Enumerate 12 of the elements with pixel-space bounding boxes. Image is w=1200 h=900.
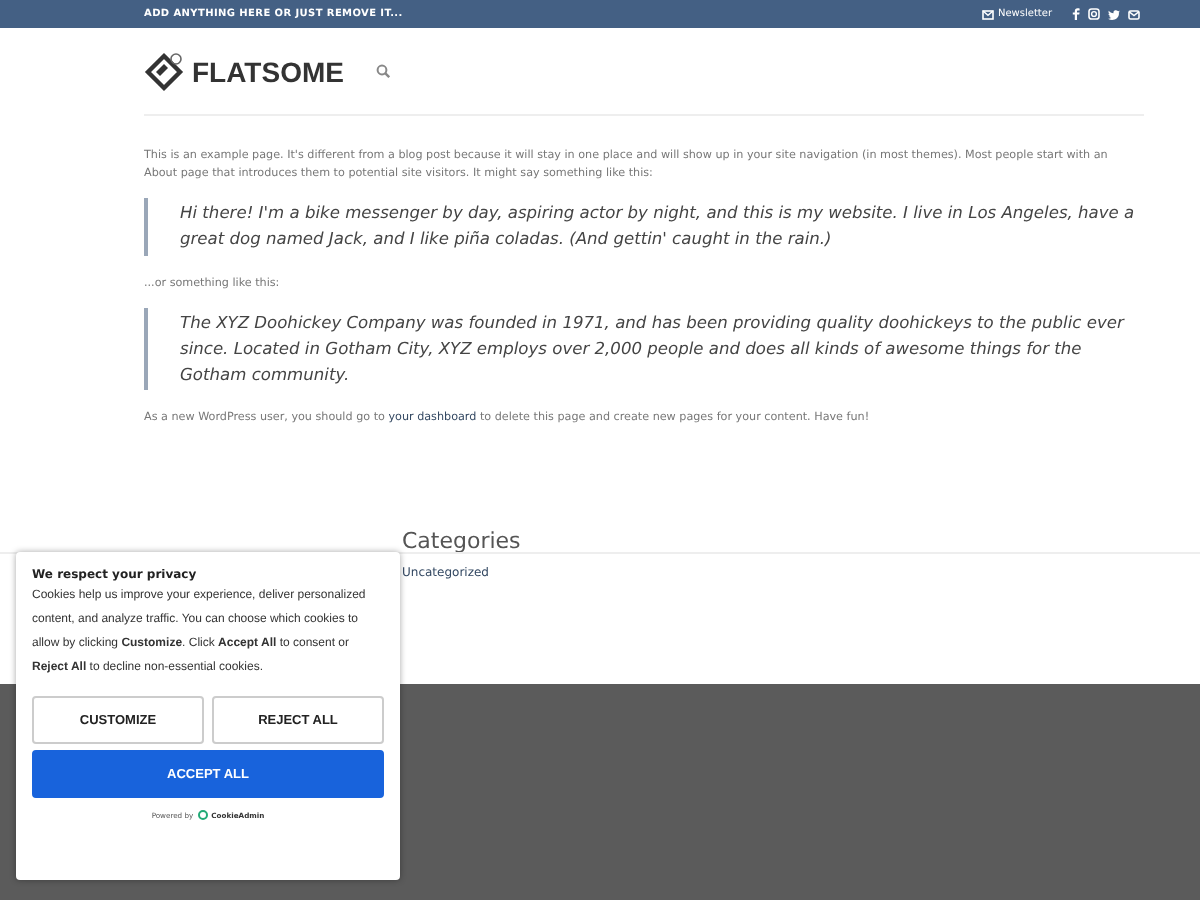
brand-icon — [197, 810, 208, 820]
facebook-icon[interactable] — [1072, 8, 1080, 20]
mail-icon[interactable] — [1128, 9, 1140, 19]
blockquote: The XYZ Doohickey Company was founded in 1971, and has been providing quality doohickeys to the public ever since. Located in Gotham City, XYZ employs over 2,000 people and does all kinds of awesome things for the Gotham community. — [144, 308, 1144, 391]
blockquote: Hi there! I'm a bike messenger by day, aspiring actor by night, and this is my website. I live in Los Angeles, have a great dog named Jack, and I like piña coladas. (And gettin' caught in the rain.) — [144, 198, 1144, 255]
logo-icon[interactable] — [144, 51, 184, 91]
logo-text[interactable]: FLATSOME — [192, 55, 344, 87]
twitter-icon[interactable] — [1108, 9, 1120, 19]
widget-title: Categories — [402, 528, 523, 555]
instagram-icon[interactable] — [1088, 8, 1100, 20]
search-icon[interactable] — [375, 64, 390, 78]
mail-icon — [981, 9, 994, 19]
